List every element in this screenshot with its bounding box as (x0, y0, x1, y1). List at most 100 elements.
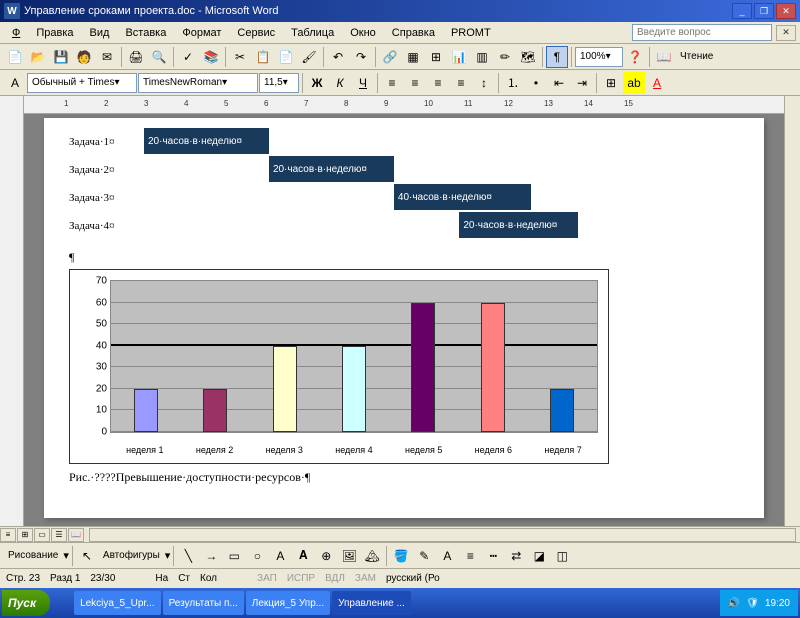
line-color-icon[interactable]: ✎ (413, 545, 435, 567)
columns-icon[interactable]: ▥ (471, 46, 493, 68)
restore-button[interactable]: ❐ (754, 3, 774, 19)
select-objects-icon[interactable]: ↖ (76, 545, 98, 567)
outline-view-button[interactable]: ☰ (51, 528, 67, 542)
close-button[interactable]: ✕ (776, 3, 796, 19)
zoom-select[interactable]: 100% ▾ (575, 47, 623, 67)
fill-color-icon[interactable]: 🪣 (390, 545, 412, 567)
tray-icon[interactable]: 🛡 (746, 598, 759, 609)
arrow-icon[interactable]: → (200, 545, 222, 567)
shadow-icon[interactable]: ◪ (528, 545, 550, 567)
horizontal-ruler[interactable]: 123456789101112131415 (24, 96, 784, 114)
highlight-icon[interactable]: ab (623, 72, 645, 94)
docmap-icon[interactable]: 🗺 (517, 46, 539, 68)
open-icon[interactable]: 📂 (27, 46, 49, 68)
web-view-button[interactable]: ⊞ (17, 528, 33, 542)
align-left-icon[interactable]: ≡ (381, 72, 403, 94)
menu-promt[interactable]: PROMT (443, 25, 499, 41)
menu-window[interactable]: Окно (342, 25, 384, 41)
format-painter-icon[interactable]: 🖌 (298, 46, 320, 68)
textbox-icon[interactable]: A (269, 545, 291, 567)
taskbar-item[interactable]: Результаты п... (163, 591, 244, 615)
align-justify-icon[interactable]: ≡ (450, 72, 472, 94)
print-icon[interactable]: 🖨 (125, 46, 147, 68)
menu-view[interactable]: Вид (82, 25, 118, 41)
wordart-icon[interactable]: 𝐀 (292, 545, 314, 567)
taskbar-item[interactable]: Лекция_5 Упр... (246, 591, 330, 615)
help-search-input[interactable] (632, 24, 772, 41)
arrow-style-icon[interactable]: ⇄ (505, 545, 527, 567)
font-color-draw-icon[interactable]: A (436, 545, 458, 567)
undo-icon[interactable]: ↶ (327, 46, 349, 68)
line-spacing-icon[interactable]: ↕ (473, 72, 495, 94)
menu-file[interactable]: Ф (4, 25, 28, 41)
line-style-icon[interactable]: ≡ (459, 545, 481, 567)
borders-icon[interactable]: ⊞ (600, 72, 622, 94)
menu-insert[interactable]: Вставка (117, 25, 174, 41)
taskbar-item[interactable]: Lekciya_5_Upr... (74, 591, 161, 615)
paste-icon[interactable]: 📄 (275, 46, 297, 68)
status-line: Ст (178, 573, 190, 584)
italic-button[interactable]: К (329, 72, 351, 94)
numbering-icon[interactable]: ⒈ (502, 72, 524, 94)
bullets-icon[interactable]: • (525, 72, 547, 94)
drawing-icon[interactable]: ✏ (494, 46, 516, 68)
taskbar-item[interactable]: Управление ... (332, 591, 411, 615)
decrease-indent-icon[interactable]: ⇤ (548, 72, 570, 94)
excel-icon[interactable]: 📊 (448, 46, 470, 68)
spellcheck-icon[interactable]: ✓ (177, 46, 199, 68)
document-page[interactable]: Задача·1¤20·часов·в·неделю¤Задача·2¤20·ч… (44, 118, 764, 518)
minimize-button[interactable]: _ (732, 3, 752, 19)
mail-icon[interactable]: ✉ (96, 46, 118, 68)
drawing-menu[interactable]: Рисование (4, 550, 62, 561)
paragraph-marks-icon[interactable]: ¶ (546, 46, 568, 68)
styles-pane-icon[interactable]: A (4, 72, 26, 94)
reading-view-button[interactable]: 📖 (68, 528, 84, 542)
increase-indent-icon[interactable]: ⇥ (571, 72, 593, 94)
menu-help[interactable]: Справка (384, 25, 443, 41)
cut-icon[interactable]: ✂ (229, 46, 251, 68)
rectangle-icon[interactable]: ▭ (223, 545, 245, 567)
vertical-scrollbar[interactable] (784, 96, 800, 526)
help-icon[interactable]: ❓ (624, 46, 646, 68)
clipart-icon[interactable]: 🖼 (338, 545, 360, 567)
system-tray[interactable]: 🔊 🛡 19:20 (720, 590, 798, 616)
align-center-icon[interactable]: ≡ (404, 72, 426, 94)
reading-button[interactable]: Чтение (676, 51, 717, 62)
reading-layout-icon[interactable]: 📖 (653, 46, 675, 68)
dash-style-icon[interactable]: ┅ (482, 545, 504, 567)
doc-close-button[interactable]: ✕ (776, 25, 796, 41)
3d-icon[interactable]: ◫ (551, 545, 573, 567)
autoshapes-menu[interactable]: Автофигуры (99, 550, 164, 561)
line-icon[interactable]: ╲ (177, 545, 199, 567)
bold-button[interactable]: Ж (306, 72, 328, 94)
fontsize-select[interactable]: 11,5 ▾ (259, 73, 299, 93)
copy-icon[interactable]: 📋 (252, 46, 274, 68)
menu-tools[interactable]: Сервис (229, 25, 283, 41)
redo-icon[interactable]: ↷ (350, 46, 372, 68)
tables-borders-icon[interactable]: ▦ (402, 46, 424, 68)
align-right-icon[interactable]: ≡ (427, 72, 449, 94)
font-color-icon[interactable]: A (646, 72, 668, 94)
save-icon[interactable]: 💾 (50, 46, 72, 68)
gantt-bar: 40·часов·в·неделю¤ (394, 184, 531, 210)
font-select[interactable]: TimesNewRoman ▾ (138, 73, 258, 93)
menu-table[interactable]: Таблица (283, 25, 342, 41)
picture-icon[interactable]: 🏔 (361, 545, 383, 567)
horizontal-scrollbar[interactable] (89, 528, 796, 542)
research-icon[interactable]: 📚 (200, 46, 222, 68)
hyperlink-icon[interactable]: 🔗 (379, 46, 401, 68)
underline-button[interactable]: Ч (352, 72, 374, 94)
preview-icon[interactable]: 🔍 (148, 46, 170, 68)
insert-table-icon[interactable]: ⊞ (425, 46, 447, 68)
menu-format[interactable]: Формат (174, 25, 229, 41)
oval-icon[interactable]: ○ (246, 545, 268, 567)
permission-icon[interactable]: 🧑 (73, 46, 95, 68)
tray-icon[interactable]: 🔊 (728, 598, 740, 609)
normal-view-button[interactable]: ≡ (0, 528, 16, 542)
print-view-button[interactable]: ▭ (34, 528, 50, 542)
diagram-icon[interactable]: ⊕ (315, 545, 337, 567)
new-doc-icon[interactable]: 📄 (4, 46, 26, 68)
menu-edit[interactable]: Правка (28, 25, 81, 41)
style-select[interactable]: Обычный + Times ▾ (27, 73, 137, 93)
start-button[interactable]: Пуск (2, 590, 50, 616)
